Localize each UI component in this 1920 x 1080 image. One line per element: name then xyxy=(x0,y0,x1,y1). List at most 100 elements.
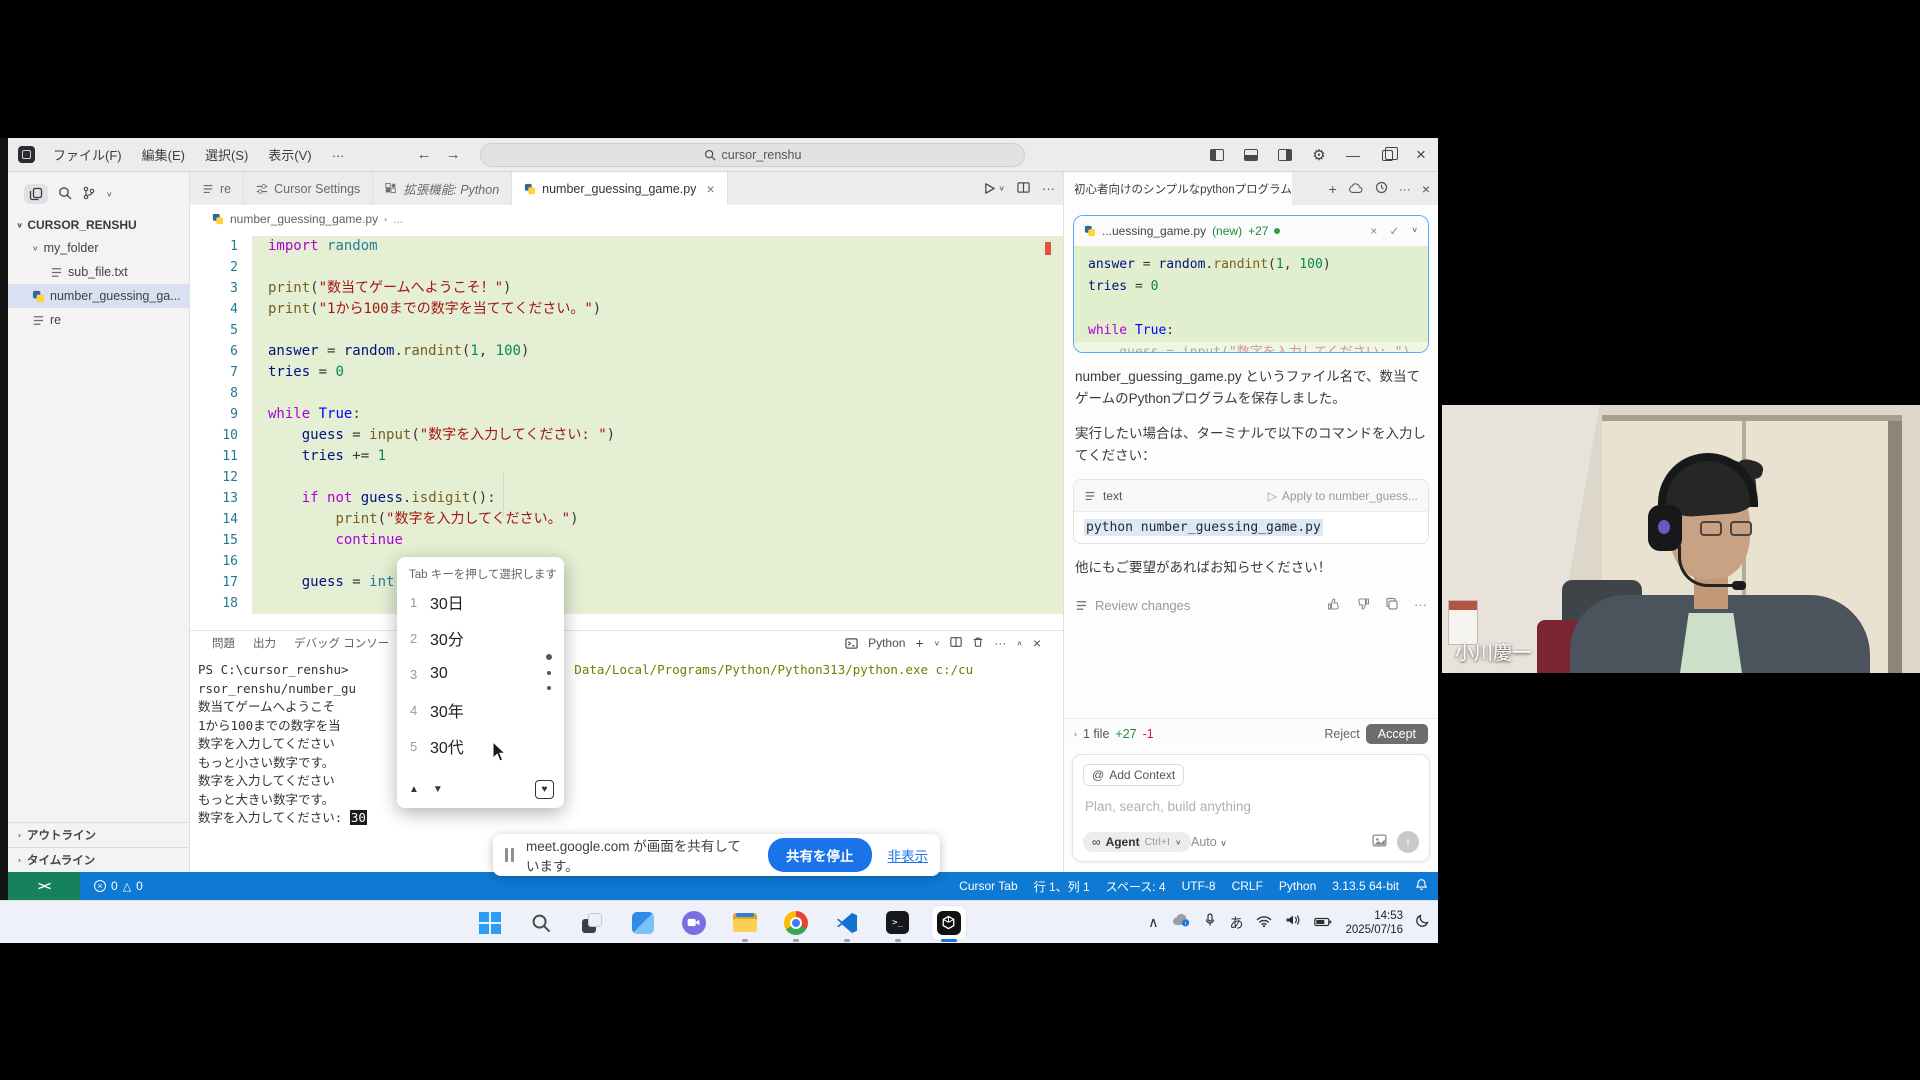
code-line[interactable]: 12 xyxy=(190,467,1063,488)
menu-view[interactable]: 表示(V) xyxy=(260,142,319,167)
menu-selection[interactable]: 選択(S) xyxy=(197,142,256,167)
thumbs-up-icon[interactable] xyxy=(1327,597,1341,614)
chat-close-icon[interactable]: × xyxy=(1422,181,1430,197)
chat-messages[interactable]: ...uessing_game.py (new) +27 × ✓ ∨ answe… xyxy=(1064,205,1438,718)
code-line[interactable]: 11 tries += 1 xyxy=(190,446,1063,467)
diff-reject-icon[interactable]: × xyxy=(1370,224,1377,238)
history-icon[interactable] xyxy=(1375,181,1388,197)
tab-extensions-python[interactable]: 拡張機能: Python xyxy=(373,172,512,205)
remote-indicator[interactable]: >< xyxy=(8,872,80,900)
wifi-icon[interactable] xyxy=(1256,914,1272,932)
command-search-box[interactable]: cursor_renshu xyxy=(480,143,1025,167)
apply-button[interactable]: ▷ Apply to number_guess... xyxy=(1268,489,1418,503)
ime-dictionary-icon[interactable]: ♥ xyxy=(535,780,554,799)
tree-item-my-folder[interactable]: ∨ my_folder xyxy=(8,236,189,260)
start-button[interactable] xyxy=(473,906,507,940)
panel-tab-output[interactable]: 出力 xyxy=(253,635,276,651)
reject-all-button[interactable]: Reject xyxy=(1324,727,1359,741)
code-editor[interactable]: 1import random2 3print("数当てゲームへようこそ！")4p… xyxy=(190,232,1063,630)
ime-mode-indicator[interactable]: あ xyxy=(1229,913,1243,933)
toggle-left-panel-icon[interactable] xyxy=(1200,138,1234,172)
agent-mode-selector[interactable]: ∞ Agent Ctrl+I ∨ xyxy=(1083,832,1191,852)
pause-icon[interactable] xyxy=(505,848,514,862)
code-line[interactable]: 14 print("数字を入力してください。") xyxy=(190,509,1063,530)
breadcrumb[interactable]: number_guessing_game.py › ... xyxy=(190,205,1063,232)
code-line[interactable]: 15 continue xyxy=(190,530,1063,551)
ime-next-icon[interactable]: ▼ xyxy=(433,784,443,795)
terminal-output[interactable]: PS C:\cursor_renshu> Data/Local/Programs… xyxy=(190,655,1063,828)
cloud-icon[interactable] xyxy=(1348,181,1364,197)
nav-forward-icon[interactable]: → xyxy=(446,146,461,163)
status-eol[interactable]: CRLF xyxy=(1232,879,1263,893)
menu-file[interactable]: ファイル(F) xyxy=(45,142,130,167)
cursor-app-button[interactable] xyxy=(932,906,966,940)
code-line[interactable]: 13 if not guess.isdigit(): xyxy=(190,488,1063,509)
ime-candidate-5[interactable]: 5 30代 xyxy=(397,728,564,764)
review-changes-button[interactable]: Review changes xyxy=(1095,598,1190,613)
toggle-right-panel-icon[interactable] xyxy=(1268,138,1302,172)
task-view-button[interactable] xyxy=(575,906,609,940)
new-chat-icon[interactable]: + xyxy=(1329,181,1337,197)
code-line[interactable]: 9while True: xyxy=(190,404,1063,425)
diff-accept-icon[interactable]: ✓ xyxy=(1389,224,1399,238)
file-explorer-button[interactable] xyxy=(728,906,762,940)
split-editor-icon[interactable] xyxy=(1017,181,1030,197)
copy-icon[interactable] xyxy=(1385,597,1399,614)
files-summary[interactable]: 1 file xyxy=(1083,727,1109,741)
code-line[interactable]: 7tries = 0 xyxy=(190,362,1063,383)
code-line[interactable]: 6answer = random.randint(1, 100) xyxy=(190,341,1063,362)
breadcrumb-more[interactable]: ... xyxy=(393,212,403,226)
code-line[interactable]: 4print("1から100までの数字を当ててください。") xyxy=(190,299,1063,320)
chat-tab[interactable]: 初心者向けのシンプルなpythonプログラム xyxy=(1064,172,1292,205)
volume-icon[interactable] xyxy=(1285,913,1301,932)
code-line[interactable]: 2 xyxy=(190,257,1063,278)
gear-icon[interactable]: ⚙ xyxy=(1302,138,1336,172)
maximize-panel-icon[interactable]: ∧ xyxy=(1016,639,1023,648)
nav-back-icon[interactable]: ← xyxy=(417,146,432,163)
source-control-icon[interactable] xyxy=(82,186,96,203)
panel-tab-problems[interactable]: 問題 xyxy=(212,635,235,651)
restore-button[interactable] xyxy=(1370,138,1404,172)
taskbar-clock[interactable]: 14:53 2025/07/16 xyxy=(1345,909,1403,937)
diff-expand-icon[interactable]: ∨ xyxy=(1411,225,1418,236)
chevron-right-icon[interactable]: › xyxy=(1074,730,1077,738)
chat-more-icon[interactable]: ··· xyxy=(1399,182,1411,196)
message-more-icon[interactable]: ··· xyxy=(1414,597,1427,614)
chat-composer[interactable]: @Add Context Plan, search, build anythin… xyxy=(1072,754,1430,862)
minimize-button[interactable]: — xyxy=(1336,138,1370,172)
new-terminal-icon[interactable]: + xyxy=(915,635,923,651)
onedrive-icon[interactable] xyxy=(1171,913,1191,932)
code-line[interactable]: 3print("数当てゲームへようこそ！") xyxy=(190,278,1063,299)
ime-candidate-2[interactable]: 2 30分 xyxy=(397,620,564,656)
close-button[interactable]: × xyxy=(1404,138,1438,172)
accept-all-button[interactable]: Accept xyxy=(1366,724,1428,744)
diff-file-label[interactable]: ...uessing_game.py xyxy=(1102,224,1206,238)
battery-icon[interactable] xyxy=(1314,914,1332,932)
run-python-button[interactable]: ∨ xyxy=(983,182,1005,195)
status-language[interactable]: Python xyxy=(1279,879,1316,893)
code-line[interactable]: 16 xyxy=(190,551,1063,572)
thumbs-down-icon[interactable] xyxy=(1356,597,1370,614)
tab-cursor-settings[interactable]: Cursor Settings xyxy=(244,172,373,205)
tree-item-sub-file[interactable]: sub_file.txt xyxy=(8,260,189,284)
notifications-bell-icon[interactable] xyxy=(1415,878,1428,894)
tab-re[interactable]: re xyxy=(190,172,244,205)
tree-item-number-guessing[interactable]: number_guessing_ga... xyxy=(8,284,189,308)
menu-more[interactable]: … xyxy=(324,142,353,167)
hide-banner-link[interactable]: 非表示 xyxy=(888,845,929,865)
ime-candidate-4[interactable]: 4 30年 xyxy=(397,692,564,728)
kill-terminal-icon[interactable] xyxy=(972,636,984,651)
ime-candidate-3[interactable]: 3 30 xyxy=(397,656,564,692)
split-terminal-icon[interactable] xyxy=(950,636,962,651)
breadcrumb-file[interactable]: number_guessing_game.py xyxy=(230,212,378,226)
teams-chat-button[interactable] xyxy=(677,906,711,940)
attach-image-icon[interactable] xyxy=(1372,833,1387,851)
terminal-chevron-down-icon[interactable]: ∨ xyxy=(934,639,941,648)
terminal-shell-label[interactable]: Python xyxy=(868,636,905,650)
stop-sharing-button[interactable]: 共有を停止 xyxy=(768,838,872,872)
panel-tab-debug-console[interactable]: デバッグ コンソー xyxy=(294,635,389,651)
tray-chevron-up-icon[interactable]: ∧ xyxy=(1148,914,1158,931)
menu-edit[interactable]: 編集(E) xyxy=(134,142,193,167)
ime-prev-icon[interactable]: ▲ xyxy=(409,784,419,795)
search-view-icon[interactable] xyxy=(58,186,72,203)
